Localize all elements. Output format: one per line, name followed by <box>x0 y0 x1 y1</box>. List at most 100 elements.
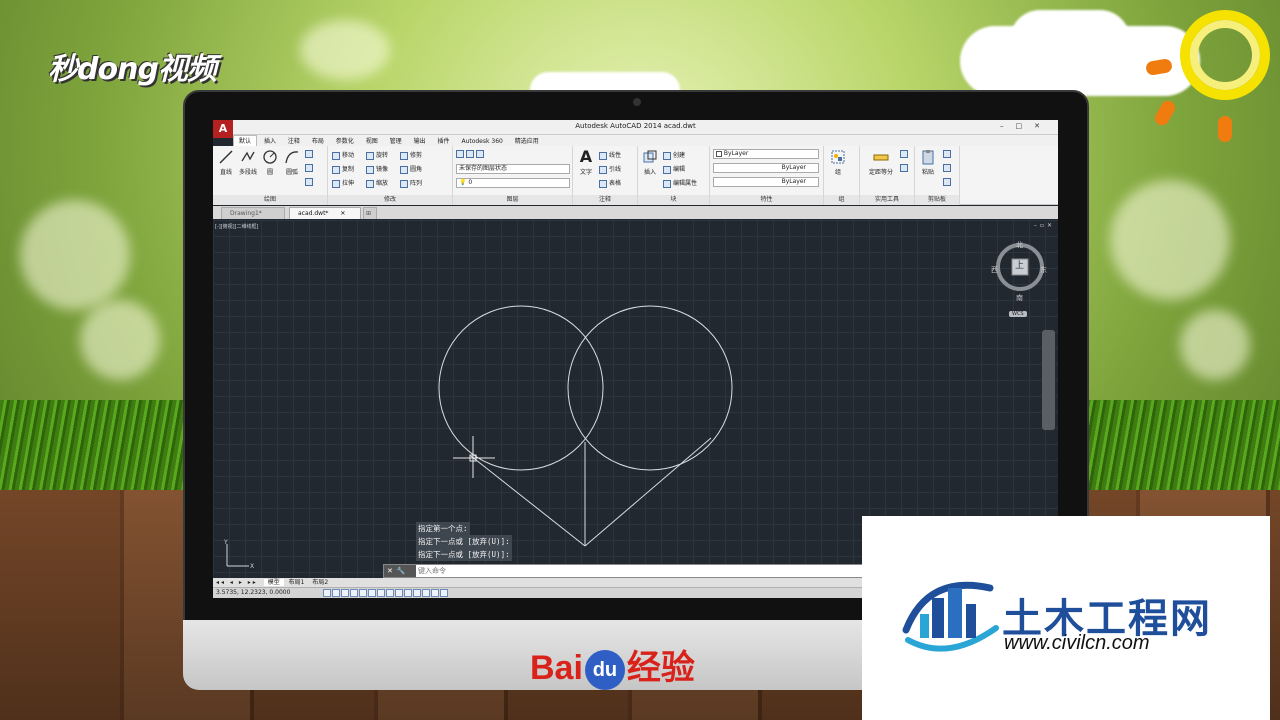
wcs-menu[interactable]: WCS <box>1009 311 1027 317</box>
color-dropdown[interactable]: ByLayer <box>713 149 819 159</box>
group-label: 组 <box>834 169 841 176</box>
doc-tab-acad-dwt[interactable]: acad.dwt* ✕ <box>289 207 361 219</box>
compass-west[interactable]: 西 <box>991 265 998 275</box>
compass-east[interactable]: 东 <box>1040 265 1047 275</box>
match-properties-tool[interactable] <box>943 178 953 186</box>
dynamic-ucs-icon[interactable] <box>386 589 394 597</box>
navigation-bar[interactable] <box>1042 330 1055 430</box>
rectangle-tool[interactable] <box>305 150 315 158</box>
measure-tool[interactable]: 定距等分 <box>866 149 896 176</box>
ribbon-tabs: 默认 插入 注释 布局 参数化 视图 管理 输出 插件 Autodesk 360… <box>233 135 1058 147</box>
fillet-tool[interactable]: 圆角 <box>400 164 422 174</box>
lineweight-dropdown[interactable]: ByLayer <box>713 177 819 187</box>
array-tool[interactable]: 阵列 <box>400 178 422 188</box>
arc-tool[interactable]: 圆弧 <box>281 149 303 176</box>
polar-tracking-icon[interactable] <box>350 589 358 597</box>
text-tool[interactable]: A 文字 <box>575 149 597 177</box>
panel-clipboard: 粘贴 剪贴板 <box>915 146 960 205</box>
3d-object-snap-icon[interactable] <box>368 589 376 597</box>
panel-title-block[interactable]: 块 <box>638 195 709 205</box>
dynamic-input-icon[interactable] <box>395 589 403 597</box>
cut-tool[interactable] <box>943 150 953 158</box>
panel-title-clipboard[interactable]: 剪贴板 <box>915 195 959 205</box>
layout-tab-layout1[interactable]: 布局1 <box>286 579 308 586</box>
copy-clip-tool[interactable] <box>943 164 953 172</box>
minimize-icon[interactable]: – <box>1000 122 1016 130</box>
point-icon <box>900 164 908 172</box>
layer-icon <box>466 150 474 158</box>
trim-tool[interactable]: 修剪 <box>400 150 422 160</box>
hatch-tool[interactable] <box>305 178 315 186</box>
document-tabs: Drawing1* acad.dwt* ✕ ⊞ <box>213 206 1058 219</box>
line-tool[interactable]: 直线 <box>215 149 237 176</box>
edit-attributes-tool[interactable]: 编辑属性 <box>663 178 697 188</box>
match-properties-icon <box>943 178 951 186</box>
circle-tool[interactable]: 圆 <box>259 149 281 176</box>
compass-north[interactable]: 北 <box>1016 240 1023 250</box>
layout-tab-layout2[interactable]: 布局2 <box>309 579 331 586</box>
panel-title-layers[interactable]: 图层 <box>453 195 572 205</box>
baidu-paw-icon: du <box>584 650 625 691</box>
maximize-icon[interactable]: □ <box>1016 122 1035 130</box>
layer-properties-tool[interactable] <box>456 150 486 158</box>
ribbon: 直线 多段线 圆 圆弧 绘图 移动 复制 拉伸 旋转 镜像 缩放 修剪 圆角 阵… <box>213 146 1058 205</box>
ortho-mode-icon[interactable] <box>341 589 349 597</box>
cursor-coordinates[interactable]: 3.5735, 12.2323, 0.0000 <box>216 589 290 596</box>
compass-south[interactable]: 南 <box>1016 293 1023 303</box>
group-tool[interactable]: 组 <box>827 149 849 176</box>
panel-modify: 移动 复制 拉伸 旋转 镜像 缩放 修剪 圆角 阵列 修改 <box>328 146 453 205</box>
polyline-tool[interactable]: 多段线 <box>237 149 259 176</box>
panel-title-utilities[interactable]: 实用工具 <box>860 195 914 205</box>
copy-tool[interactable]: 复制 <box>332 164 354 174</box>
object-snap-tracking-icon[interactable] <box>377 589 385 597</box>
rotate-tool[interactable]: 旋转 <box>366 150 388 160</box>
panel-title-modify[interactable]: 修改 <box>328 195 452 205</box>
copy-label: 复制 <box>342 166 355 173</box>
create-label: 创建 <box>673 152 686 159</box>
create-block-tool[interactable]: 创建 <box>663 150 685 160</box>
panel-title-annotation[interactable]: 注释 <box>573 195 637 205</box>
panel-title-groups[interactable]: 组 <box>824 195 859 205</box>
layout-tab-model[interactable]: 模型 <box>263 579 284 586</box>
linear-dimension-tool[interactable]: 线性 <box>599 150 621 160</box>
table-tool[interactable]: 表格 <box>599 178 621 188</box>
lineweight-icon[interactable] <box>404 589 412 597</box>
leader-tool[interactable]: 引线 <box>599 164 621 174</box>
current-layer-dropdown[interactable]: 💡 0 <box>456 178 570 188</box>
window-title: Autodesk AutoCAD 2014 acad.dwt <box>575 122 696 130</box>
layer-state-dropdown[interactable]: 未保存的图层状态 <box>456 164 570 174</box>
viewcube-face-top[interactable]: 上 <box>1015 258 1024 271</box>
transparency-icon[interactable] <box>413 589 421 597</box>
scale-label: 缩放 <box>376 180 389 187</box>
paste-tool[interactable]: 粘贴 <box>917 149 939 176</box>
edit-block-tool[interactable]: 编辑 <box>663 164 685 174</box>
doc-tab-drawing1[interactable]: Drawing1* <box>221 207 285 219</box>
ellipse-tool[interactable] <box>305 164 315 172</box>
close-icon[interactable]: ✕ <box>1034 122 1052 130</box>
selection-cycling-icon[interactable] <box>431 589 439 597</box>
close-command-icon[interactable]: ✕ <box>387 567 397 575</box>
object-snap-icon[interactable] <box>359 589 367 597</box>
mirror-tool[interactable]: 镜像 <box>366 164 388 174</box>
snap-mode-icon[interactable] <box>323 589 331 597</box>
insert-block-tool[interactable]: 插入 <box>639 149 661 176</box>
close-tab-icon[interactable]: ✕ <box>340 210 345 217</box>
grid-display-icon[interactable] <box>332 589 340 597</box>
layout-nav-arrows[interactable]: ◂◂ ◂ ▸ ▸▸ <box>216 579 258 586</box>
quick-calc-tool[interactable] <box>900 150 910 158</box>
stretch-tool[interactable]: 拉伸 <box>332 178 354 188</box>
quick-properties-icon[interactable] <box>422 589 430 597</box>
webcam-icon <box>633 98 641 106</box>
move-tool[interactable]: 移动 <box>332 150 354 160</box>
panel-title-draw[interactable]: 绘图 <box>213 195 327 205</box>
scale-tool[interactable]: 缩放 <box>366 178 388 188</box>
panel-title-properties[interactable]: 特性 <box>710 195 823 205</box>
arc-label: 圆弧 <box>285 169 298 176</box>
customize-wrench-icon[interactable]: 🔧 <box>397 567 410 575</box>
baidu-logo-left: Bai <box>530 649 583 687</box>
linetype-dropdown[interactable]: ByLayer <box>713 163 819 173</box>
annotation-monitor-icon[interactable] <box>440 589 448 597</box>
new-tab-button[interactable]: ⊞ <box>363 207 377 219</box>
id-point-tool[interactable] <box>900 164 910 172</box>
command-input[interactable] <box>418 566 918 576</box>
